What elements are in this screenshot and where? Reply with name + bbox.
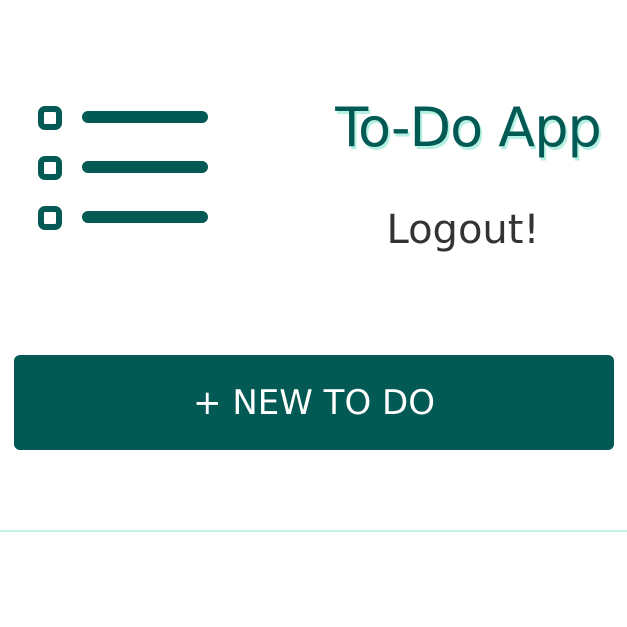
- checkbox-1-icon: [38, 106, 62, 130]
- app-title: To-Do App: [335, 96, 602, 159]
- checkbox-2-icon: [38, 156, 62, 180]
- new-todo-button[interactable]: + NEW TO DO: [14, 355, 614, 450]
- logout-link[interactable]: Logout!: [318, 203, 608, 257]
- checklist-icon: [38, 106, 208, 230]
- checkbox-3-icon: [38, 206, 62, 230]
- app-page: To-Do App Logout! + NEW TO DO: [0, 0, 627, 627]
- divider: [0, 530, 627, 532]
